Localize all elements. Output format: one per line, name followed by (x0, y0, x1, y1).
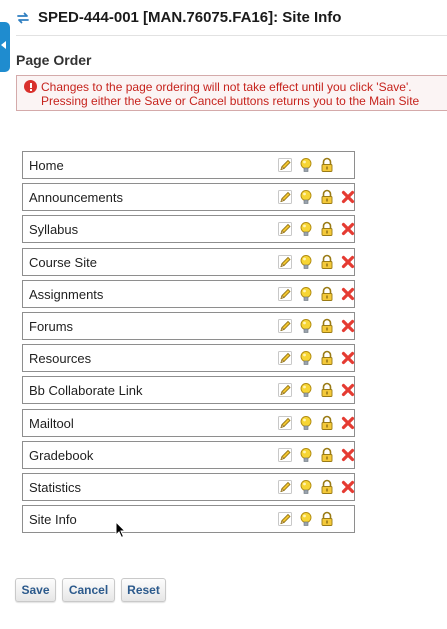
page-row[interactable]: Mailtool (22, 408, 355, 437)
reset-button[interactable]: Reset (121, 578, 166, 602)
lightbulb-icon[interactable] (298, 318, 314, 334)
pencil-icon[interactable] (277, 511, 293, 527)
pencil-icon[interactable] (277, 286, 293, 302)
pencil-icon[interactable] (277, 415, 293, 431)
page-label: Mailtool (29, 415, 74, 431)
alert-message: Changes to the page ordering will not ta… (16, 75, 447, 111)
arrows-icon (17, 12, 29, 23)
delete-x-icon[interactable] (340, 415, 356, 431)
pencil-icon[interactable] (277, 382, 293, 398)
padlock-icon[interactable] (319, 286, 335, 302)
page-row-actions (277, 254, 361, 270)
pencil-icon[interactable] (277, 350, 293, 366)
cancel-button[interactable]: Cancel (62, 578, 115, 602)
delete-x-icon[interactable] (340, 318, 356, 334)
delete-x-icon[interactable] (340, 382, 356, 398)
lightbulb-icon[interactable] (298, 157, 314, 173)
delete-x-icon[interactable] (340, 221, 356, 237)
delete-x-icon[interactable] (340, 479, 356, 495)
page-label: Announcements (29, 190, 123, 206)
lightbulb-icon[interactable] (298, 221, 314, 237)
page-label: Resources (29, 351, 92, 367)
page-row[interactable]: Syllabus (22, 215, 355, 244)
padlock-icon[interactable] (319, 221, 335, 237)
page-row[interactable]: Announcements (22, 183, 355, 212)
page-row-actions (277, 157, 340, 173)
page-row-actions (277, 318, 361, 334)
pencil-icon[interactable] (277, 318, 293, 334)
pencil-icon[interactable] (277, 157, 293, 173)
page-title: SPED-444-001 [MAN.76075.FA16]: Site Info (38, 9, 342, 26)
page-label: Statistics (29, 479, 82, 495)
chevron-left-icon (1, 41, 6, 49)
save-button[interactable]: Save (15, 578, 56, 602)
page-header: SPED-444-001 [MAN.76075.FA16]: Site Info (16, 9, 341, 26)
lightbulb-icon[interactable] (298, 447, 314, 463)
delete-x-icon[interactable] (340, 447, 356, 463)
page-row[interactable]: Assignments (22, 279, 355, 308)
padlock-icon[interactable] (319, 318, 335, 334)
pencil-icon[interactable] (277, 447, 293, 463)
page-row-actions (277, 479, 361, 495)
page-row[interactable]: Bb Collaborate Link (22, 376, 355, 405)
pencil-icon[interactable] (277, 479, 293, 495)
lightbulb-icon[interactable] (298, 254, 314, 270)
lightbulb-icon[interactable] (298, 189, 314, 205)
page-label: Bb Collaborate Link (29, 383, 143, 399)
alert-icon (24, 80, 37, 93)
page-row-actions (277, 382, 361, 398)
page-row-actions (277, 350, 361, 366)
page-label: Gradebook (29, 447, 94, 463)
page-row-actions (277, 511, 340, 527)
page-row[interactable]: Resources (22, 344, 355, 373)
page-label: Forums (29, 318, 74, 334)
page-label: Site Info (29, 512, 77, 528)
page-row-actions (277, 286, 361, 302)
collapse-sidebar-tab[interactable] (0, 22, 10, 72)
page-row[interactable]: Statistics (22, 472, 355, 501)
padlock-icon[interactable] (319, 511, 335, 527)
page-row-actions (277, 221, 361, 237)
delete-x-icon[interactable] (340, 350, 356, 366)
delete-x-icon[interactable] (340, 189, 356, 205)
header-divider (16, 35, 447, 36)
page-row[interactable]: Home (22, 151, 355, 179)
lightbulb-icon[interactable] (298, 350, 314, 366)
alert-line-2: Pressing either the Save or Cancel butto… (41, 94, 420, 108)
page-label: Assignments (29, 286, 104, 302)
page-row-actions (277, 415, 361, 431)
page-label: Syllabus (29, 222, 79, 238)
delete-x-icon[interactable] (340, 254, 356, 270)
page-row-actions (277, 189, 361, 205)
pencil-icon[interactable] (277, 221, 293, 237)
mouse-cursor-icon (115, 521, 127, 539)
pencil-icon[interactable] (277, 254, 293, 270)
page-row[interactable]: Gradebook (22, 440, 355, 469)
lightbulb-icon[interactable] (298, 479, 314, 495)
padlock-icon[interactable] (319, 189, 335, 205)
alert-line-1: Changes to the page ordering will not ta… (41, 80, 412, 94)
padlock-icon[interactable] (319, 254, 335, 270)
page-row[interactable]: Site Info (22, 505, 355, 534)
padlock-icon[interactable] (319, 415, 335, 431)
pencil-icon[interactable] (277, 189, 293, 205)
page-order-list: Home Announcements Syllabus Course Site Assi… (22, 151, 355, 537)
page-label: Home (29, 158, 64, 173)
page-row[interactable]: Forums (22, 311, 355, 340)
page-row-actions (277, 447, 361, 463)
padlock-icon[interactable] (319, 479, 335, 495)
page-row[interactable]: Course Site (22, 247, 355, 276)
padlock-icon[interactable] (319, 382, 335, 398)
alert-text: Changes to the page ordering will not ta… (41, 80, 419, 108)
padlock-icon[interactable] (319, 350, 335, 366)
section-title: Page Order (16, 52, 92, 68)
padlock-icon[interactable] (319, 447, 335, 463)
page-label: Course Site (29, 254, 97, 270)
lightbulb-icon[interactable] (298, 415, 314, 431)
lightbulb-icon[interactable] (298, 511, 314, 527)
lightbulb-icon[interactable] (298, 286, 314, 302)
delete-x-icon[interactable] (340, 286, 356, 302)
padlock-icon[interactable] (319, 157, 335, 173)
lightbulb-icon[interactable] (298, 382, 314, 398)
